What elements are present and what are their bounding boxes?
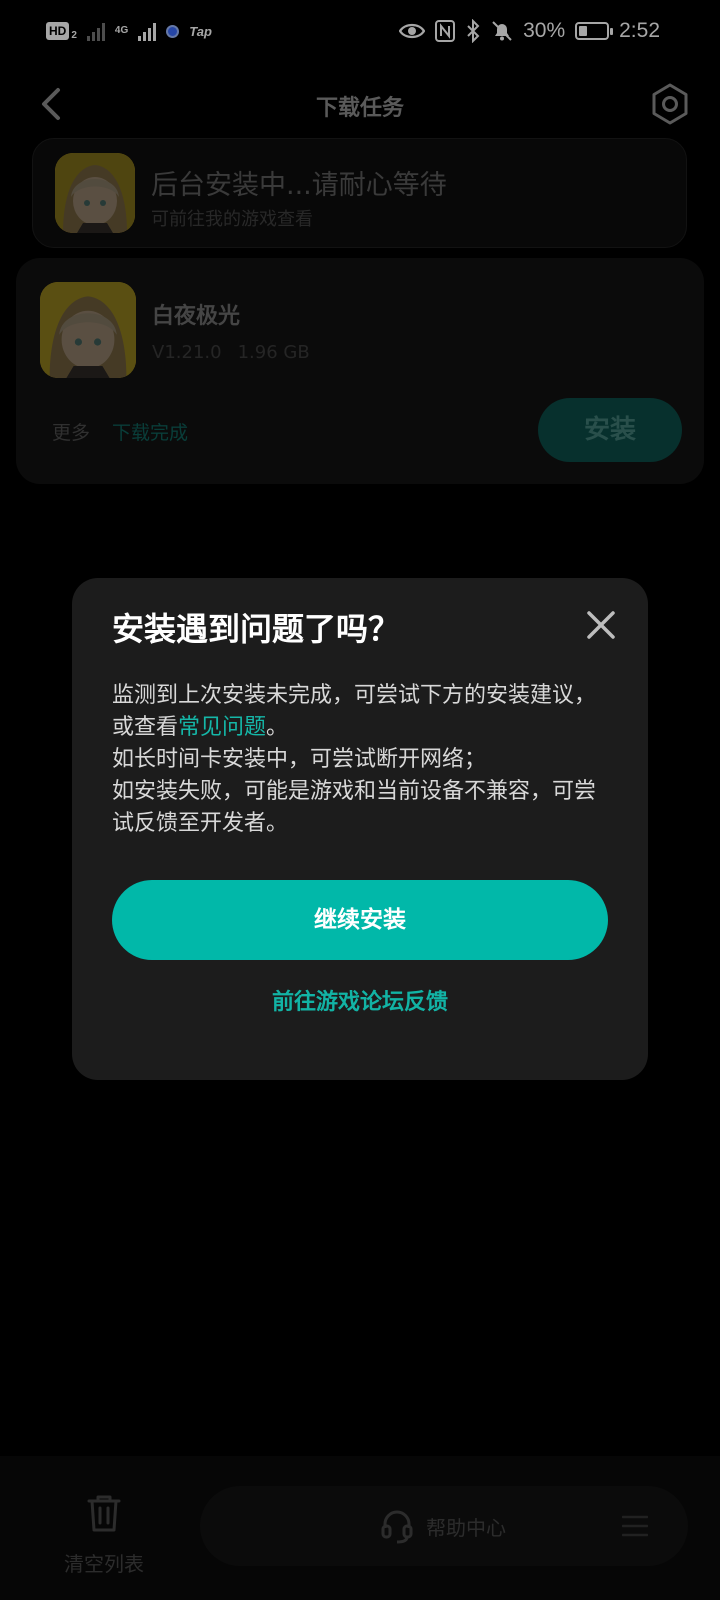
continue-install-button[interactable]: 继续安装 xyxy=(112,880,608,960)
dialog-body-text: 。 xyxy=(266,715,289,740)
close-button[interactable] xyxy=(584,608,618,642)
dialog-body-line3: 如安装失败，可能是游戏和当前设备不兼容，可尝试反馈至开发者。 xyxy=(112,779,597,836)
dialog-body-line1: 监测到上次安装未完成，可尝试下方的安装建议，或查看常见问题。 xyxy=(112,680,612,744)
dialog-title: 安装遇到问题了吗？ xyxy=(112,610,401,648)
dialog-body-line2: 如长时间卡安装中，可尝试断开网络； xyxy=(112,747,487,772)
forum-feedback-link[interactable]: 前往游戏论坛反馈 xyxy=(72,984,648,1016)
close-icon xyxy=(587,611,615,639)
faq-link[interactable]: 常见问题 xyxy=(178,715,266,740)
install-problem-dialog: 安装遇到问题了吗？ 监测到上次安装未完成，可尝试下方的安装建议，或查看常见问题。… xyxy=(72,578,648,1080)
dialog-body: 监测到上次安装未完成，可尝试下方的安装建议，或查看常见问题。 如长时间卡安装中，… xyxy=(112,680,612,840)
